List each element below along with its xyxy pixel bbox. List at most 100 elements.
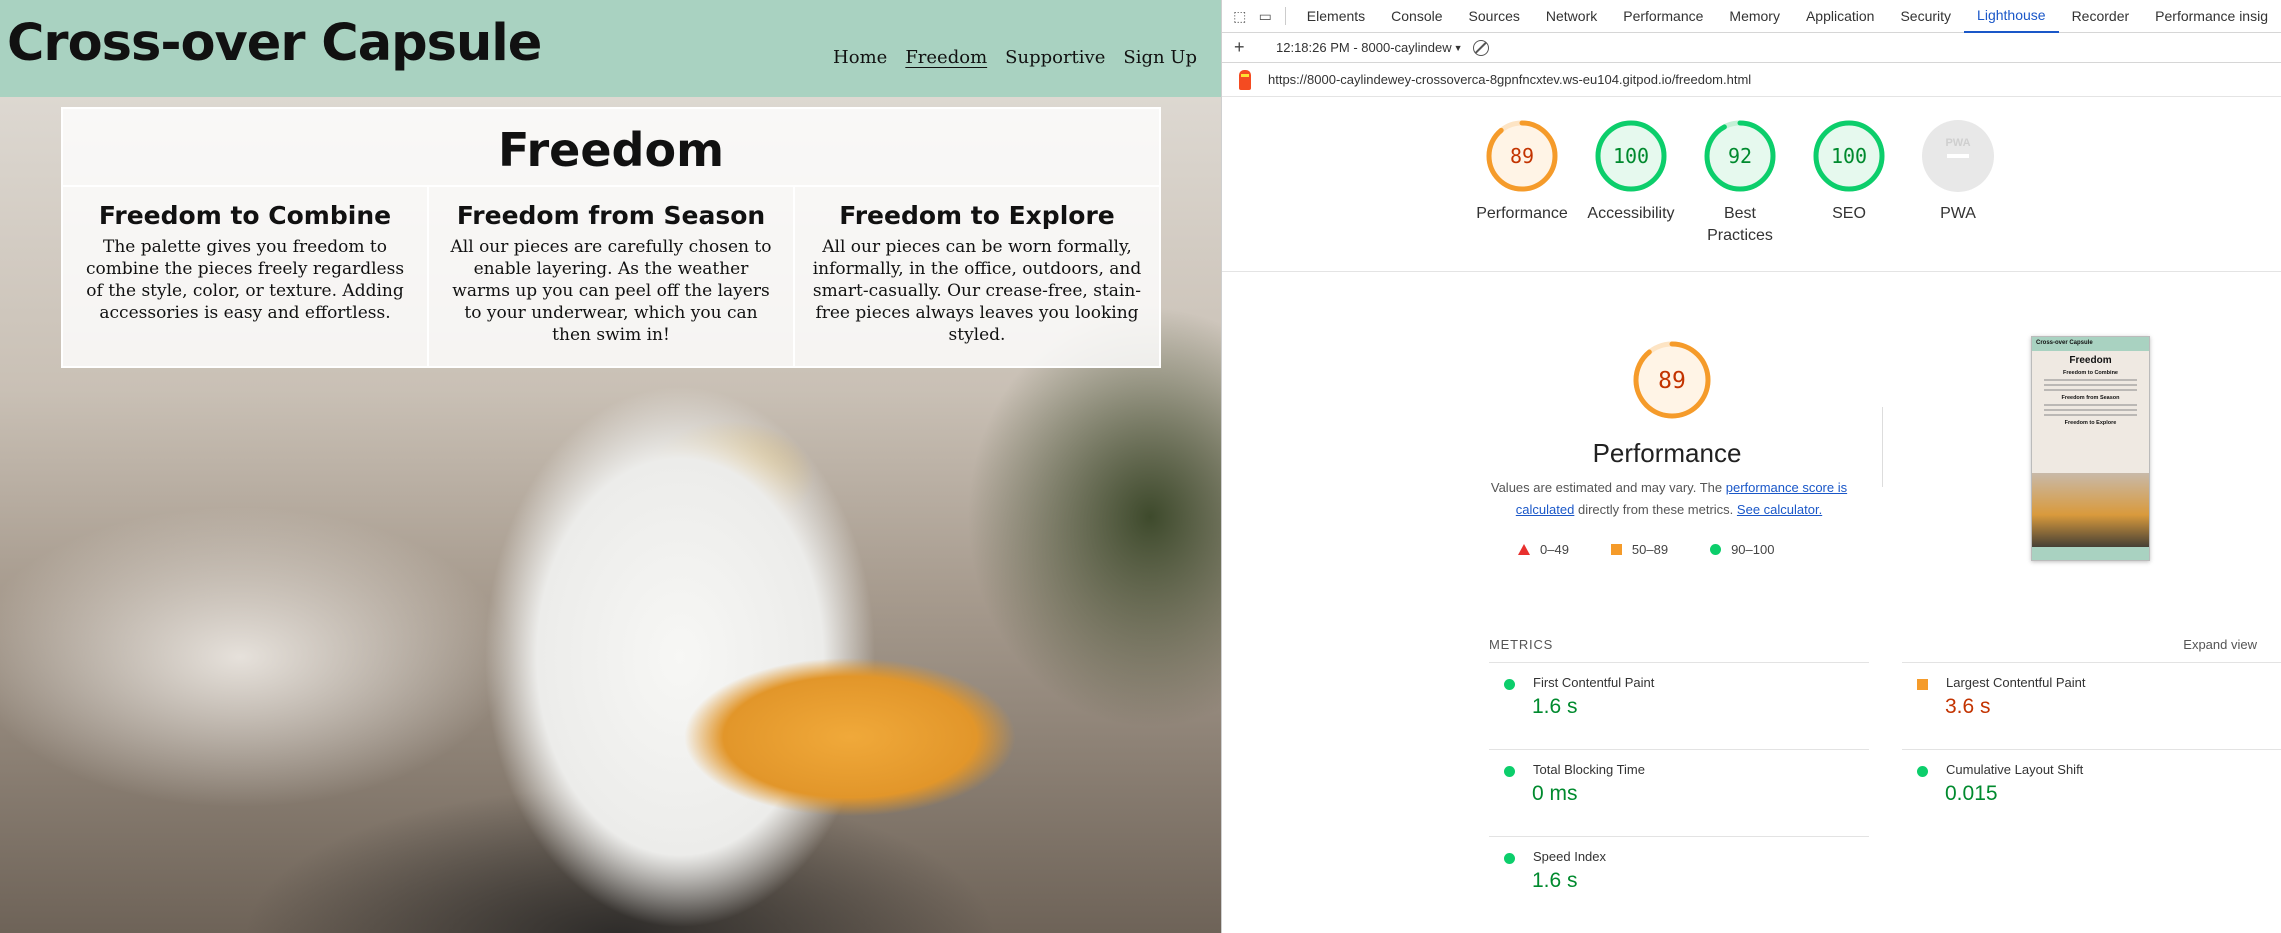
gauge-label-line: Practices (1707, 227, 1773, 244)
gauge-pwa[interactable]: PWA PWA (1903, 119, 2013, 225)
gauge-label-line: Best (1723, 205, 1756, 222)
device-toolbar-icon[interactable]: ▭ (1257, 7, 1272, 25)
final-screenshot-thumbnail[interactable]: Cross-over Capsule Freedom Freedom to Co… (2031, 336, 2150, 561)
gauge-ring: 100 (1813, 120, 1885, 192)
nav-home[interactable]: Home (833, 47, 887, 68)
thumb-footer (2032, 547, 2149, 560)
tab-network[interactable]: Network (1533, 0, 1610, 33)
report-url-bar: https://8000-caylindewey-crossoverca-8gp… (1222, 63, 2281, 97)
tab-lighthouse[interactable]: Lighthouse (1964, 0, 2059, 33)
thumb-section: Freedom to Combine (2062, 370, 2118, 376)
gauge-label: Accessibility (1587, 205, 1675, 222)
thumb-line (2044, 409, 2137, 411)
legend-range: 50–89 (1631, 542, 1669, 557)
see-calculator-link[interactable]: See calculator. (1737, 502, 1822, 517)
column-title: Freedom from Season (456, 201, 766, 230)
legend-range: 90–100 (1731, 542, 1775, 557)
metric-value: 3.6 s (1945, 695, 1991, 718)
metric-label: First Contentful Paint (1533, 675, 1655, 690)
metrics-heading: METRICS (1489, 637, 1554, 652)
thumb-line (2044, 384, 2137, 386)
inspect-element-icon[interactable]: ⬚ (1232, 7, 1247, 25)
legend-average: 50–89 (1610, 542, 1669, 557)
description-text: Values are estimated and may vary. The (1490, 480, 1723, 495)
expand-view-toggle[interactable]: Expand view (2183, 637, 2257, 652)
performance-score: 89 (1658, 368, 1686, 394)
column-explore: Freedom to Explore All our pieces can be… (795, 187, 1159, 368)
column-season: Freedom from Season All our pieces are c… (429, 187, 795, 368)
column-text: The palette gives you freedom to combine… (85, 237, 405, 323)
metric-value: 1.6 s (1532, 695, 1578, 718)
pass-circle-icon (1504, 853, 1515, 864)
site-header: Cross-over Capsule Home Freedom Supporti… (0, 0, 1221, 97)
metrics-section: METRICS Expand view First Contentful Pai… (1222, 602, 2281, 933)
metric-speed-index: Speed Index 1.6 s (1489, 836, 1869, 896)
legend-range: 0–49 (1540, 542, 1569, 557)
gauge-performance[interactable]: 89 Performance (1467, 119, 1577, 225)
tab-performance[interactable]: Performance (1610, 0, 1716, 33)
score-gauges: 89 Performance 100 Accessibility 92 Best… (1222, 97, 2281, 272)
tab-application[interactable]: Application (1793, 0, 1888, 33)
gauge-accessibility[interactable]: 100 Accessibility (1576, 119, 1686, 225)
score-legend: 0–49 50–89 90–100 (1518, 542, 1774, 557)
metric-fcp: First Contentful Paint 1.6 s (1489, 662, 1869, 722)
site-nav: Home Freedom Supportive Sign Up (833, 47, 1197, 68)
thumb-image (2032, 473, 2149, 549)
metric-label: Speed Index (1533, 849, 1607, 864)
nav-freedom[interactable]: Freedom (905, 47, 987, 68)
thumb-line (2044, 414, 2137, 416)
gauge-label: Performance (1476, 205, 1568, 222)
site-brand[interactable]: Cross-over Capsule (7, 14, 542, 73)
freedom-panel: Freedom Freedom to Combine The palette g… (61, 107, 1161, 368)
average-square-icon (1917, 679, 1928, 690)
devtools-tab-bar: ⬚ ▭ Elements Console Sources Network Per… (1222, 0, 2281, 33)
column-title: Freedom to Explore (839, 201, 1115, 230)
gauge-label: PWA (1940, 205, 1976, 222)
description-text: directly from these metrics. (1577, 502, 1734, 517)
tab-memory[interactable]: Memory (1716, 0, 1793, 33)
gauge-score: 92 (1728, 144, 1752, 168)
tab-security[interactable]: Security (1887, 0, 1964, 33)
gauge-ring: 89 (1486, 120, 1558, 192)
column-title: Freedom to Combine (98, 201, 392, 230)
pwa-gauge-icon: PWA (1922, 120, 1994, 192)
metric-cls: Cumulative Layout Shift 0.015 (1902, 749, 2281, 809)
gauge-score: 100 (1613, 144, 1649, 168)
column-text: All our pieces can be worn formally, inf… (812, 237, 1142, 345)
tab-elements[interactable]: Elements (1294, 0, 1378, 33)
performance-summary: 89 Performance Values are estimated and … (1222, 272, 2281, 602)
tab-console[interactable]: Console (1378, 0, 1455, 33)
pass-circle-icon (1504, 766, 1515, 777)
column-text: All our pieces are carefully chosen to e… (450, 237, 772, 345)
thumb-section: Freedom to Explore (2064, 420, 2117, 426)
nav-sign-up[interactable]: Sign Up (1123, 47, 1197, 68)
website-viewport: Cross-over Capsule Home Freedom Supporti… (0, 0, 1221, 933)
fail-triangle-icon (1518, 544, 1530, 555)
tab-performance-insights[interactable]: Performance insig (2142, 0, 2281, 33)
tab-recorder[interactable]: Recorder (2059, 0, 2143, 33)
nav-supportive[interactable]: Supportive (1005, 47, 1105, 68)
pass-circle-icon (1504, 679, 1515, 690)
clear-icon[interactable] (1472, 39, 1489, 56)
legend-fail: 0–49 (1518, 542, 1569, 557)
metric-label: Total Blocking Time (1533, 762, 1645, 777)
tab-divider (1284, 7, 1286, 25)
gauge-best-practices[interactable]: 92 Best Practices (1685, 119, 1795, 247)
performance-description: Values are estimated and may vary. The p… (1484, 477, 1854, 521)
report-select[interactable]: 12:18:26 PM - 8000-caylindew (1276, 40, 1452, 55)
freedom-columns: Freedom to Combine The palette gives you… (63, 185, 1159, 368)
metric-label: Cumulative Layout Shift (1946, 762, 2084, 777)
gauge-score: 89 (1510, 144, 1534, 168)
thumb-line (2044, 379, 2137, 381)
legend-pass: 90–100 (1710, 542, 1774, 557)
report-url[interactable]: https://8000-caylindewey-crossoverca-8gp… (1268, 72, 1751, 87)
tab-sources[interactable]: Sources (1456, 0, 1533, 33)
thumb-line (2044, 404, 2137, 406)
pass-circle-icon (1710, 544, 1722, 555)
performance-title: Performance (1592, 438, 1742, 468)
metric-value: 0 ms (1532, 782, 1578, 805)
dropdown-arrow-icon[interactable]: ▼ (1454, 43, 1463, 53)
gauge-seo[interactable]: 100 SEO (1794, 119, 1904, 225)
metric-value: 1.6 s (1532, 869, 1578, 892)
new-report-icon[interactable]: + (1234, 37, 1252, 58)
